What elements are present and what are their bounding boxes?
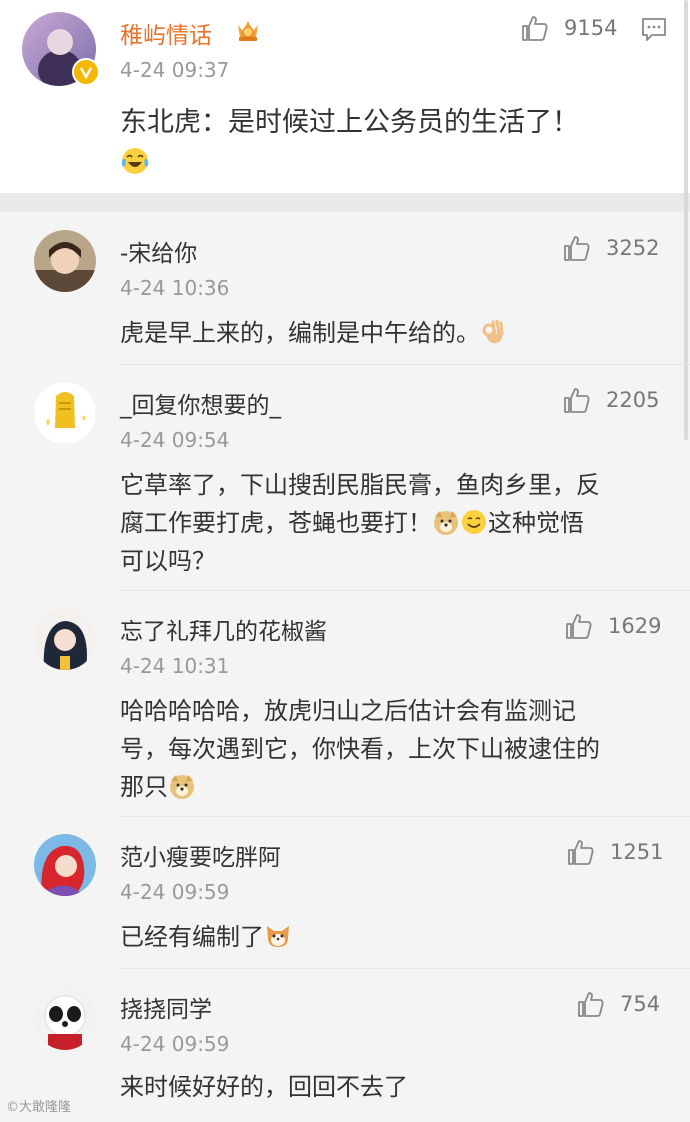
cat-face-icon — [267, 926, 289, 947]
thumbs-up-icon — [564, 236, 590, 261]
thumbs-up-icon — [566, 614, 592, 639]
post-like-button[interactable]: 9154 — [520, 12, 617, 44]
comment-user-name[interactable]: 挠挠同学 — [120, 990, 212, 1024]
comment-like-count: 3252 — [606, 236, 660, 260]
comment-like-count: 2205 — [606, 388, 660, 412]
thumbs-up-icon — [564, 388, 590, 413]
comment-time: 4-24 09:59 — [120, 880, 230, 904]
comment-like-button[interactable]: 1251 — [566, 836, 663, 868]
ok-hand-icon — [482, 319, 504, 344]
comment-user-name[interactable]: -宋给你 — [120, 234, 197, 268]
doge-icon — [434, 511, 458, 535]
comment-like-count: 1251 — [610, 840, 664, 864]
comment-divider — [118, 364, 690, 365]
doge-icon — [170, 775, 194, 799]
comment-user-name[interactable]: 范小瘦要吃胖阿 — [120, 838, 281, 872]
comment-time: 4-24 10:31 — [120, 654, 230, 678]
post-like-count: 9154 — [564, 16, 618, 40]
comment-like-count: 754 — [620, 992, 661, 1016]
section-gap — [0, 193, 690, 212]
thumbs-up-icon — [568, 840, 594, 865]
scrollbar[interactable] — [684, 0, 688, 440]
verified-badge-icon — [72, 58, 100, 86]
comment-avatar[interactable] — [34, 988, 96, 1050]
comment-text: 虎是早上来的，编制是中午给的。 — [120, 314, 506, 352]
post-author-name[interactable]: 稚屿情话 — [120, 16, 212, 50]
laughing-crying-face-icon — [120, 146, 150, 180]
comment-text: 哈哈哈哈哈，放虎归山之后估计会有监测记 号，每次遇到它，你快看，上次下山被逮住的… — [120, 697, 600, 801]
comment-text: 它草率了，下山搜刮民脂民膏，鱼肉乡里，反 腐工作要打虎，苍蝇也要打！ 这种觉悟 可… — [120, 471, 600, 575]
comment-avatar[interactable] — [34, 382, 96, 444]
comment-avatar[interactable] — [34, 608, 96, 670]
comment-avatar[interactable] — [34, 230, 96, 292]
comment-text: 来时候好好的，回回不去了 — [120, 1073, 408, 1101]
comment-like-button[interactable]: 2205 — [562, 384, 659, 416]
thumbs-up-icon — [578, 992, 604, 1017]
comment-time: 4-24 09:54 — [120, 428, 230, 452]
comment-time: 4-24 09:59 — [120, 1032, 230, 1056]
post-time: 4-24 09:37 — [120, 58, 230, 82]
comment-avatar[interactable] — [34, 834, 96, 896]
comment-like-count: 1629 — [608, 614, 662, 638]
smile-icon — [462, 510, 486, 534]
comment-like-button[interactable]: 1629 — [564, 610, 661, 642]
comment-divider — [118, 590, 690, 591]
comment-user-name[interactable]: _回复你想要的_ — [120, 386, 281, 420]
watermark: ©大敢隆隆 — [6, 1100, 72, 1115]
comment-like-button[interactable]: 3252 — [562, 232, 659, 264]
thumbs-up-icon — [522, 16, 548, 41]
comment-time: 4-24 10:36 — [120, 276, 230, 300]
comment-icon[interactable] — [640, 16, 668, 42]
post-text: 东北虎：是时候过上公务员的生活了！ — [120, 107, 579, 138]
crown-badge-icon — [234, 16, 262, 48]
comment-text: 已经有编制了 — [120, 918, 292, 956]
comment-like-button[interactable]: 754 — [576, 988, 660, 1020]
comment-user-name[interactable]: 忘了礼拜几的花椒酱 — [120, 612, 327, 646]
comment-divider — [118, 816, 690, 817]
comment-divider — [118, 968, 690, 969]
